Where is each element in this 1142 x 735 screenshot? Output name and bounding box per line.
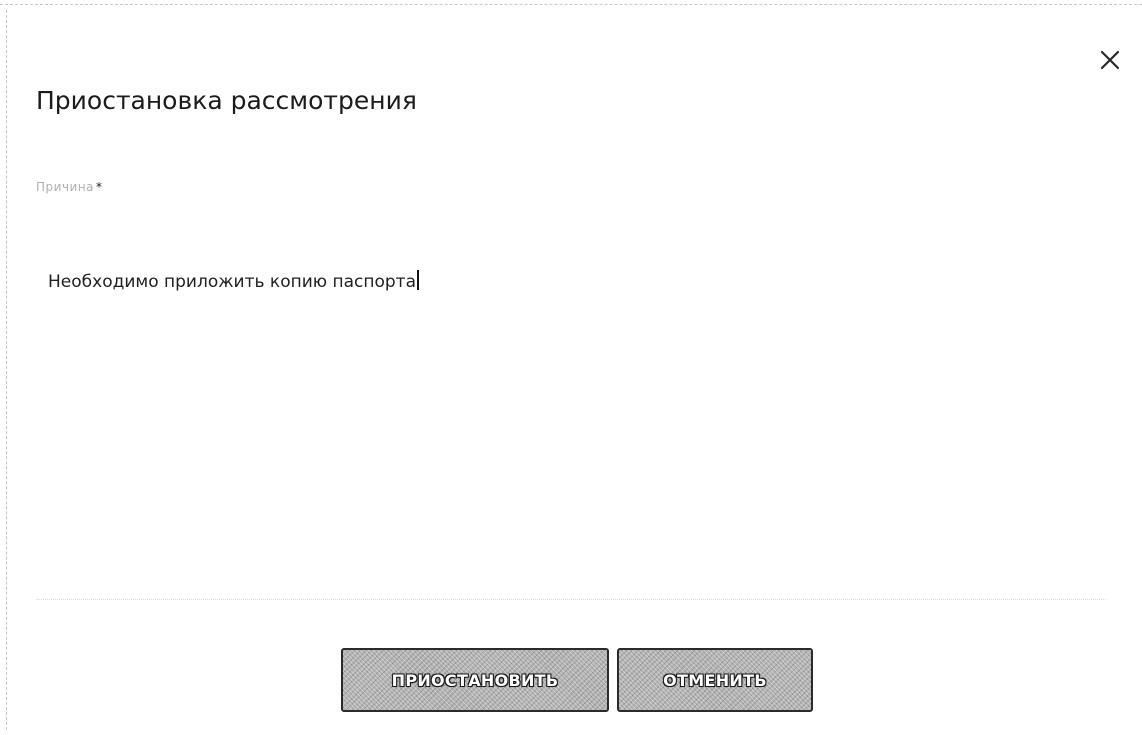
suspend-button[interactable]: ПРИОСТАНОВИТЬ — [341, 648, 609, 712]
cancel-button[interactable]: ОТМЕНИТЬ — [617, 648, 813, 712]
scan-edge-top — [0, 4, 1142, 5]
reason-field-label: Причина * — [36, 180, 103, 194]
close-icon — [1100, 50, 1120, 70]
text-caret — [416, 270, 419, 290]
textarea-underline — [36, 599, 1106, 600]
reason-textarea-value-line: Необходимо приложить копию паспорта — [48, 270, 419, 292]
reason-label-text: Причина — [36, 180, 95, 194]
scan-edge-left — [6, 10, 7, 730]
close-button[interactable] — [1098, 48, 1122, 72]
suspend-review-dialog: Приостановка рассмотрения Причина * Необх… — [0, 0, 1142, 735]
reason-textarea-value: Необходимо приложить копию паспорта — [48, 272, 416, 292]
reason-textarea[interactable]: Необходимо приложить копию паспорта — [36, 250, 1106, 600]
required-mark: * — [96, 180, 103, 194]
dialog-title: Приостановка рассмотрения — [36, 86, 417, 115]
